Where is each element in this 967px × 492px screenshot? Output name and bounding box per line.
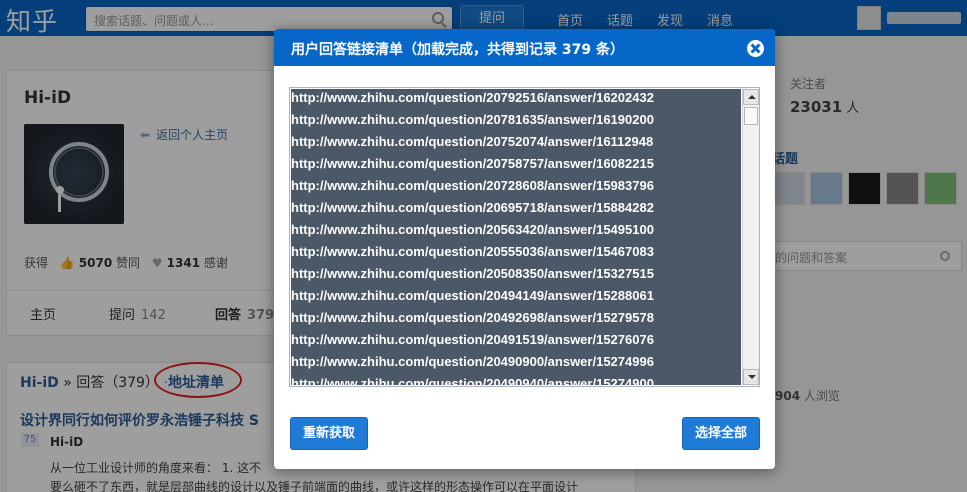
url-line[interactable]: http://www.zhihu.com/question/20492698/a… [291, 309, 741, 331]
url-line[interactable]: http://www.zhihu.com/question/20494149/a… [291, 287, 741, 309]
dialog-title: 用户回答链接清单（加载完成，共得到记录 379 条） [291, 42, 624, 58]
scroll-up-arrow-icon[interactable] [743, 89, 759, 105]
refetch-button[interactable]: 重新获取 [290, 417, 368, 450]
scrollbar[interactable] [742, 89, 759, 385]
url-line[interactable]: http://www.zhihu.com/question/20491519/a… [291, 331, 741, 353]
url-textarea[interactable]: http://www.zhihu.com/question/20792516/a… [289, 87, 760, 387]
url-line[interactable]: http://www.zhihu.com/question/20758757/a… [291, 155, 741, 177]
answer-links-dialog: 用户回答链接清单（加载完成，共得到记录 379 条） http://www.zh… [274, 29, 775, 469]
url-line[interactable]: http://www.zhihu.com/question/20490900/a… [291, 353, 741, 375]
scroll-down-arrow-icon[interactable] [743, 369, 759, 385]
dialog-header: 用户回答链接清单（加载完成，共得到记录 379 条） [274, 29, 775, 66]
url-line[interactable]: http://www.zhihu.com/question/20563420/a… [291, 221, 741, 243]
select-all-button[interactable]: 选择全部 [682, 417, 760, 450]
url-line[interactable]: http://www.zhihu.com/question/20555036/a… [291, 243, 741, 265]
url-line[interactable]: http://www.zhihu.com/question/20695718/a… [291, 199, 741, 221]
close-icon[interactable] [747, 40, 764, 57]
url-line[interactable]: http://www.zhihu.com/question/20490940/a… [291, 375, 741, 385]
scroll-thumb[interactable] [744, 107, 758, 125]
url-list-selected[interactable]: http://www.zhihu.com/question/20792516/a… [291, 89, 741, 385]
url-line[interactable]: http://www.zhihu.com/question/20752074/a… [291, 133, 741, 155]
url-line[interactable]: http://www.zhihu.com/question/20508350/a… [291, 265, 741, 287]
url-line[interactable]: http://www.zhihu.com/question/20792516/a… [291, 89, 741, 111]
url-line[interactable]: http://www.zhihu.com/question/20728608/a… [291, 177, 741, 199]
url-line[interactable]: http://www.zhihu.com/question/20781635/a… [291, 111, 741, 133]
